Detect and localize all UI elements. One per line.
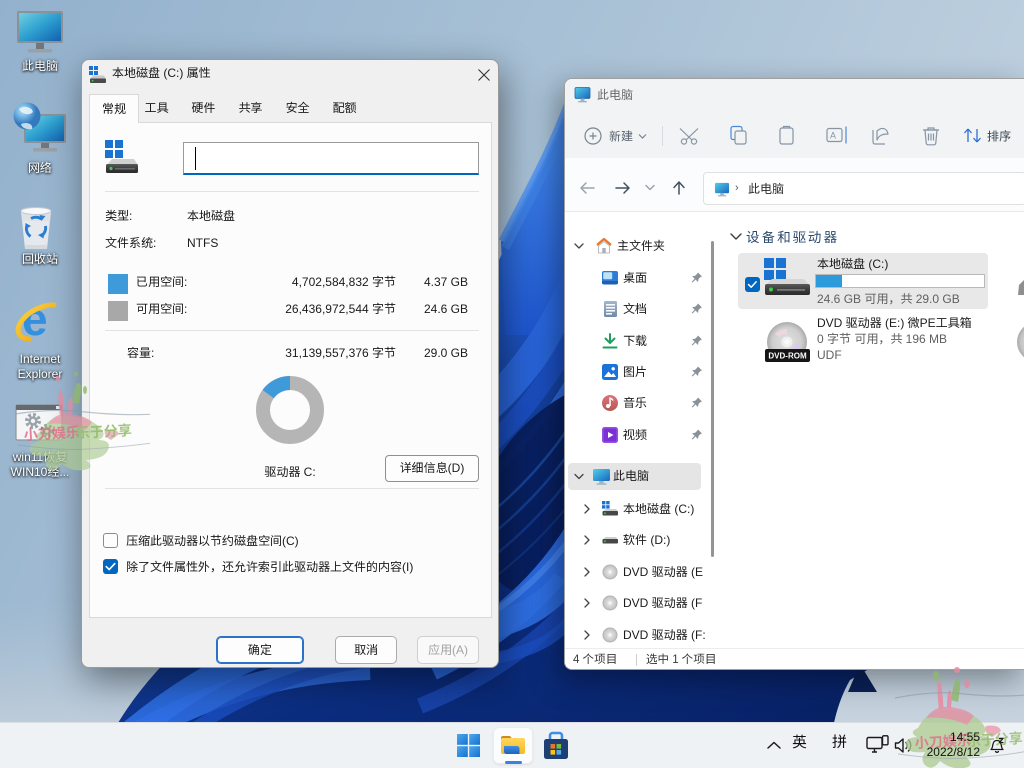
svg-text:DVD-ROM: DVD-ROM — [768, 352, 807, 361]
svg-text:A: A — [830, 131, 836, 141]
svg-text:新建: 新建 — [609, 130, 633, 144]
svg-text:乐于分享: 乐于分享 — [75, 422, 132, 441]
svg-text:小刀娱乐: 小刀娱乐 — [23, 424, 80, 443]
svg-text:排序: 排序 — [987, 130, 1011, 144]
